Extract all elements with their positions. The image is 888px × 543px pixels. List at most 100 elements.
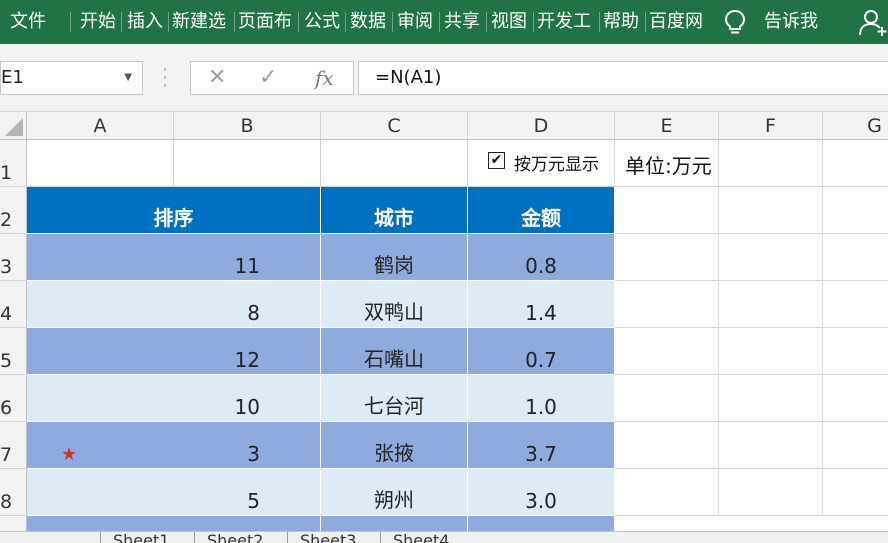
column-header-g[interactable]: G (823, 112, 888, 140)
table-cell-rank[interactable]: 8 (27, 281, 321, 328)
amount-value: 1.4 (525, 301, 557, 325)
tab-view[interactable]: 视图 (491, 0, 527, 44)
cell-g4[interactable] (823, 281, 888, 328)
table-cell-city[interactable]: 七台河 (321, 375, 468, 422)
cell-e8[interactable] (615, 469, 719, 516)
unit-label: 单位:万元 (625, 154, 712, 178)
header-label: 排序 (153, 206, 194, 230)
table-cell-city[interactable]: 张掖 (321, 422, 468, 469)
row-header-8[interactable]: 8 (0, 469, 27, 516)
row-header-5[interactable]: 5 (0, 328, 27, 375)
tab-insert[interactable]: 插入 (127, 0, 163, 44)
sheet-tab-4[interactable]: Sheet4 (380, 532, 449, 543)
cell-f4[interactable] (719, 281, 823, 328)
tab-page-layout[interactable]: 页面布 (238, 0, 296, 44)
table-cell-amount[interactable]: 3.7 (468, 422, 615, 469)
tab-data[interactable]: 数据 (350, 0, 386, 44)
tab-formulas[interactable]: 公式 (304, 0, 340, 44)
checkbox-box[interactable]: ✔ (488, 152, 505, 169)
row-header-7[interactable]: 7 (0, 422, 27, 469)
tab-new-selection[interactable]: 新建选 (172, 0, 232, 44)
rank-value: 3 (247, 442, 260, 466)
tab-divider (234, 12, 235, 32)
column-header-e[interactable]: E (615, 112, 719, 140)
header-label: 城市 (374, 206, 414, 230)
cell-f1[interactable] (719, 140, 823, 187)
table-cell-city[interactable]: 石嘴山 (321, 328, 468, 375)
tab-home[interactable]: 开始 (80, 0, 116, 44)
cell-b1[interactable] (174, 140, 321, 187)
sheet-tab-1[interactable]: Sheet1 (100, 532, 169, 543)
table-cell-rank[interactable]: 10 (27, 375, 321, 422)
add-person-icon[interactable] (858, 8, 888, 36)
cell-e2[interactable] (615, 187, 719, 234)
table-header-rank[interactable]: 排序 (27, 187, 321, 234)
cell-e5[interactable] (615, 328, 719, 375)
sheet-tab-3[interactable]: Sheet3 (287, 532, 356, 543)
table-cell-rank[interactable]: 5 (27, 469, 321, 516)
cell-e7[interactable] (615, 422, 719, 469)
cell-e4[interactable] (615, 281, 719, 328)
table-cell-amount[interactable]: 3.0 (468, 469, 615, 516)
tab-divider (486, 12, 487, 32)
cell-f8[interactable] (719, 469, 823, 516)
row-header-1[interactable]: 1 (0, 140, 27, 187)
cell-g7[interactable] (823, 422, 888, 469)
cell-g2[interactable] (823, 187, 888, 234)
cell-f3[interactable] (719, 234, 823, 281)
tab-developer[interactable]: 开发工 (537, 0, 597, 44)
table-cell-amount[interactable]: 0.8 (468, 234, 615, 281)
cancel-icon[interactable]: ✕ (208, 64, 226, 92)
table-cell-city[interactable]: 朔州 (321, 469, 468, 516)
row-header-6[interactable]: 6 (0, 375, 27, 422)
row-header-4[interactable]: 4 (0, 281, 27, 328)
tell-me-search[interactable]: 告诉我 (764, 0, 818, 44)
name-box[interactable]: E1 ▼ (0, 61, 143, 95)
table-cell-city[interactable]: 双鸭山 (321, 281, 468, 328)
tab-file[interactable]: 文件 (10, 0, 46, 44)
column-header-d[interactable]: D (468, 112, 615, 140)
tab-share[interactable]: 共享 (444, 0, 480, 44)
tab-baidu-netdisk[interactable]: 百度网 (649, 0, 709, 44)
cell-g1[interactable] (823, 140, 888, 187)
sheet-tab-2[interactable]: Sheet2 (194, 532, 263, 543)
cell-g6[interactable] (823, 375, 888, 422)
cell-c1[interactable] (321, 140, 468, 187)
lightbulb-icon[interactable] (722, 8, 748, 36)
column-header-b[interactable]: B (174, 112, 321, 140)
cell-g8[interactable] (823, 469, 888, 516)
formula-buttons: ✕ ✓ fx (190, 61, 354, 95)
column-header-c[interactable]: C (321, 112, 468, 140)
select-all-button[interactable] (0, 112, 27, 140)
cell-e6[interactable] (615, 375, 719, 422)
insert-function-icon[interactable]: fx (315, 64, 334, 92)
cell-e3[interactable] (615, 234, 719, 281)
table-cell-city[interactable]: 鹤岗 (321, 234, 468, 281)
table-cell-rank[interactable]: 11 (27, 234, 321, 281)
cell-f2[interactable] (719, 187, 823, 234)
table-header-city[interactable]: 城市 (321, 187, 468, 234)
tab-help[interactable]: 帮助 (603, 0, 639, 44)
table-cell-amount[interactable]: 1.4 (468, 281, 615, 328)
table-cell-rank[interactable]: ★ 3 (27, 422, 321, 469)
column-header-f[interactable]: F (719, 112, 823, 140)
cell-f6[interactable] (719, 375, 823, 422)
cell-f7[interactable] (719, 422, 823, 469)
drag-handle-icon[interactable]: · · · (160, 62, 170, 94)
column-header-a[interactable]: A (27, 112, 174, 140)
formula-input[interactable]: =N(A1) (358, 61, 888, 95)
cell-f5[interactable] (719, 328, 823, 375)
amount-value: 1.0 (525, 395, 557, 419)
row-header-2[interactable]: 2 (0, 187, 27, 234)
table-header-amount[interactable]: 金额 (468, 187, 615, 234)
table-cell-rank[interactable]: 12 (27, 328, 321, 375)
cell-g5[interactable] (823, 328, 888, 375)
row-header-3[interactable]: 3 (0, 234, 27, 281)
cell-a1[interactable] (27, 140, 174, 187)
chevron-down-icon[interactable]: ▼ (124, 62, 132, 94)
tab-review[interactable]: 审阅 (397, 0, 433, 44)
enter-icon[interactable]: ✓ (259, 64, 277, 92)
table-cell-amount[interactable]: 1.0 (468, 375, 615, 422)
cell-g3[interactable] (823, 234, 888, 281)
table-cell-amount[interactable]: 0.7 (468, 328, 615, 375)
